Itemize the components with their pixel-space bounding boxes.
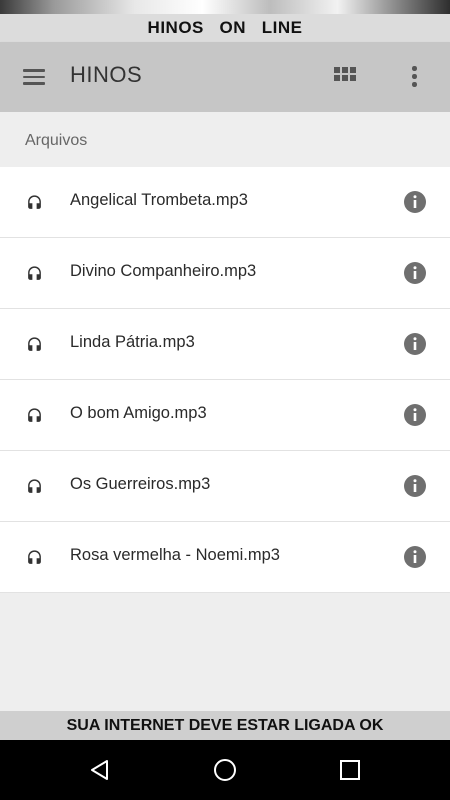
section-header: Arquivos — [0, 112, 450, 167]
page-title: HINOS — [70, 62, 143, 87]
system-navbar — [0, 740, 450, 800]
app-toolbar: HINOS — [0, 42, 450, 112]
info-icon[interactable] — [403, 332, 427, 356]
info-icon[interactable] — [403, 545, 427, 569]
file-name: Linda Pátria.mp3 — [70, 333, 195, 351]
file-name: Os Guerreiros.mp3 — [70, 475, 211, 493]
file-name: Angelical Trombeta.mp3 — [70, 191, 248, 209]
list-item[interactable]: O bom Amigo.mp3 — [0, 380, 450, 451]
headphones-icon — [28, 337, 41, 351]
list-item[interactable]: Divino Companheiro.mp3 — [0, 238, 450, 309]
info-icon[interactable] — [403, 261, 427, 285]
metal-header-strip — [0, 0, 450, 14]
grid-view-icon[interactable] — [334, 67, 358, 87]
hamburger-menu-icon[interactable] — [20, 66, 50, 88]
home-circle-icon[interactable] — [213, 758, 237, 782]
file-name: O bom Amigo.mp3 — [70, 404, 207, 422]
file-name: Rosa vermelha - Noemi.mp3 — [70, 546, 280, 564]
headphones-icon — [28, 550, 41, 564]
file-name: Divino Companheiro.mp3 — [70, 262, 257, 280]
section-title: Arquivos — [25, 132, 88, 149]
recent-apps-icon[interactable] — [338, 758, 362, 782]
bottom-banner: SUA INTERNET DEVE ESTAR LIGADA OK — [0, 711, 450, 740]
list-item[interactable]: Linda Pátria.mp3 — [0, 309, 450, 380]
headphones-icon — [28, 195, 41, 209]
list-item[interactable]: Os Guerreiros.mp3 — [0, 451, 450, 522]
info-icon[interactable] — [403, 474, 427, 498]
list-item[interactable]: Rosa vermelha - Noemi.mp3 — [0, 522, 450, 593]
info-icon[interactable] — [403, 190, 427, 214]
info-icon[interactable] — [403, 403, 427, 427]
top-banner: HINOS ON LINE — [0, 14, 450, 42]
list-item[interactable]: Angelical Trombeta.mp3 — [0, 167, 450, 238]
more-vert-icon[interactable] — [404, 64, 424, 90]
file-list: Angelical Trombeta.mp3 Divino Companheir… — [0, 167, 450, 593]
headphones-icon — [28, 266, 41, 280]
headphones-icon — [28, 479, 41, 493]
headphones-icon — [28, 408, 41, 422]
back-triangle-icon[interactable] — [88, 758, 112, 782]
